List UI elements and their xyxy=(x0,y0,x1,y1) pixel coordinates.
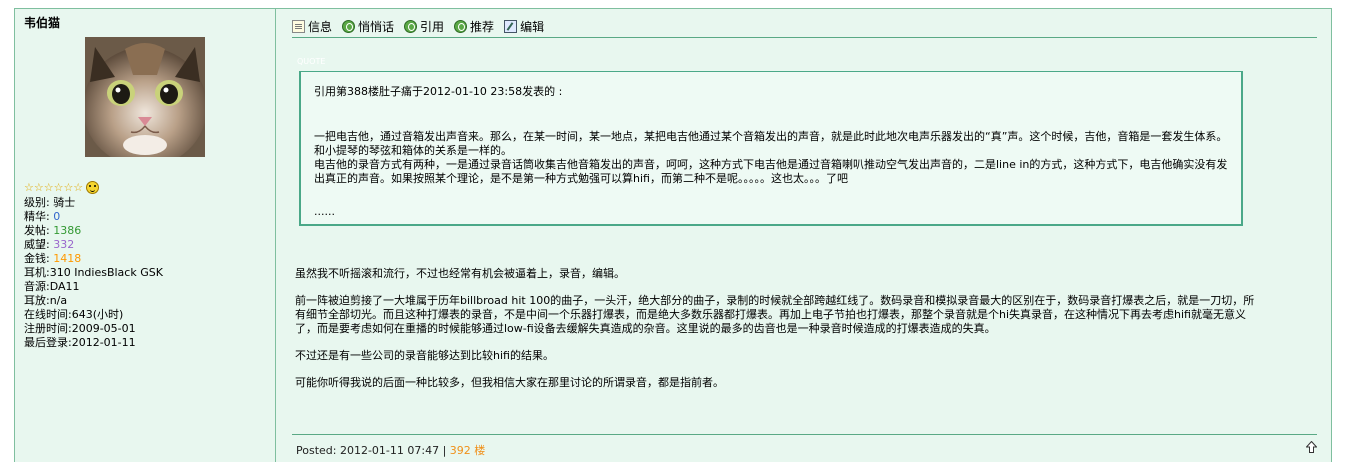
rank-stars: ☆☆☆☆☆☆ xyxy=(24,180,100,194)
info-icon xyxy=(292,19,305,33)
user-prestige: 威望: 332 xyxy=(24,238,75,251)
post-paragraph: 虽然我不听摇滚和流行，不过也经常有机会被逼着上，录音，编辑。 xyxy=(295,267,625,280)
floor-number[interactable]: 392 楼 xyxy=(450,444,486,457)
quote-button[interactable]: 引用 xyxy=(404,18,444,35)
post-paragraph: 可能你听得我说的后面一种比较多，但我相信大家在那里讨论的所谓录音，都是指前者。 xyxy=(295,376,724,389)
user-register-date: 注册时间:2009-05-01 xyxy=(24,322,136,335)
quote-ellipsis: ...... xyxy=(314,205,335,218)
recommend-button[interactable]: 推荐 xyxy=(454,18,494,35)
user-last-login: 最后登录:2012-01-11 xyxy=(24,336,136,349)
smiley-icon xyxy=(86,181,100,194)
edit-button[interactable]: 编辑 xyxy=(504,18,544,35)
edit-icon xyxy=(504,19,518,33)
quote-label: QUOTE xyxy=(297,57,326,66)
post-paragraph: 不过还是有一些公司的录音能够达到比较hifi的结果。 xyxy=(295,349,554,362)
post-toolbar: 信息 悄悄话 引用 推荐 编辑 xyxy=(292,15,1317,38)
quote-body: 一把电吉他，通过音箱发出声音来。那么，在某一时间，某一地点，某把电吉他通过某个音… xyxy=(314,130,1228,185)
quote-block: 引用第388楼肚子痛于2012-01-10 23:58发表的 : 一把电吉他，通… xyxy=(299,71,1243,226)
info-button[interactable]: 信息 xyxy=(292,18,332,35)
recommend-icon xyxy=(454,19,468,33)
quote-icon xyxy=(404,19,418,33)
whisper-icon xyxy=(342,19,356,33)
post-main: 信息 悄悄话 引用 推荐 编辑 QUOTE 引用第388楼肚子痛于2012-01… xyxy=(277,9,1331,462)
user-source: 音源:DA11 xyxy=(24,280,80,293)
quote-header: 引用第388楼肚子痛于2012-01-10 23:58发表的 : xyxy=(314,85,563,98)
star-icons: ☆☆☆☆☆☆ xyxy=(24,180,84,194)
user-sidebar: 韦伯猫 ☆☆☆☆☆☆ 级别: 骑士 精华: 0 发帖: 1386 威望: 332… xyxy=(15,9,276,462)
post-footer: Posted: 2012-01-11 07:47 | 392 楼 xyxy=(292,434,1317,463)
user-online-time: 在线时间:643(小时) xyxy=(24,308,124,321)
post-timestamp: Posted: 2012-01-11 07:47 | 392 楼 xyxy=(296,444,486,457)
back-to-top-icon[interactable] xyxy=(1306,441,1317,453)
user-headphone: 耳机:310 IndiesBlack GSK xyxy=(24,266,163,279)
user-elite: 精华: 0 xyxy=(24,210,61,223)
user-amp: 耳放:n/a xyxy=(24,294,68,307)
avatar xyxy=(85,37,205,157)
whisper-button[interactable]: 悄悄话 xyxy=(342,18,394,35)
user-info: 级别: 骑士 精华: 0 发帖: 1386 威望: 332 金钱: 1418 耳… xyxy=(24,196,163,350)
user-money: 金钱: 1418 xyxy=(24,252,82,265)
post-body: 虽然我不听摇滚和流行，不过也经常有机会被逼着上，录音，编辑。 前一阵被迫剪接了一… xyxy=(295,267,1263,403)
user-posts: 发帖: 1386 xyxy=(24,224,82,237)
user-level: 级别: 骑士 xyxy=(24,196,76,209)
username[interactable]: 韦伯猫 xyxy=(24,14,60,31)
post-paragraph: 前一阵被迫剪接了一大堆属于历年billbroad hit 100的曲子，一头汗，… xyxy=(295,294,1255,335)
forum-post: 韦伯猫 ☆☆☆☆☆☆ 级别: 骑士 精华: 0 发帖: 1386 威望: 332… xyxy=(14,8,1332,462)
